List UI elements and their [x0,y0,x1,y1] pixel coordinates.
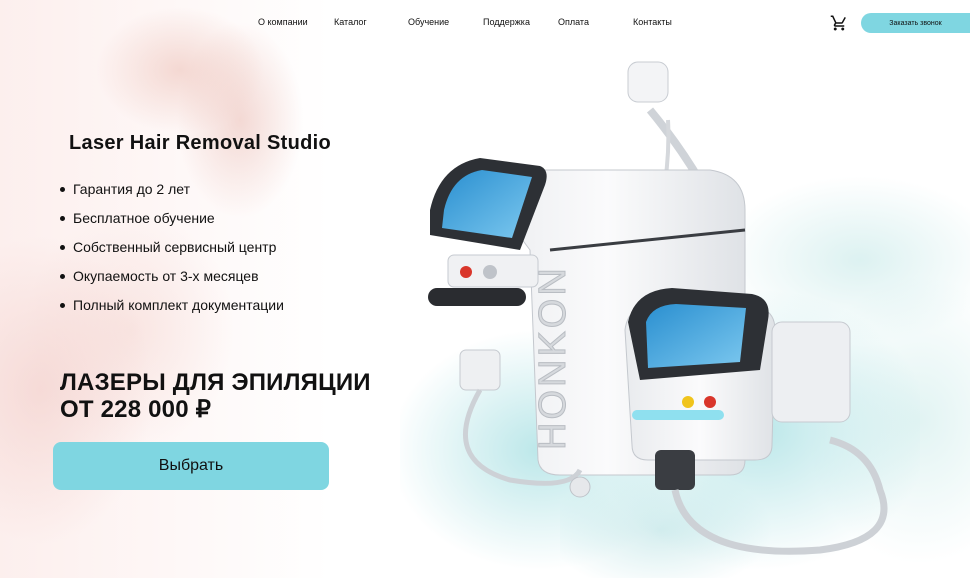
choose-button[interactable]: Выбрать [53,442,329,490]
promo-heading: Лазеры для эпиляции от 228 000 ₽ [60,369,371,423]
feature-text: Гарантия до 2 лет [73,181,191,197]
nav-link-company[interactable]: О компании [258,17,308,27]
promo-line-1: Лазеры для эпиляции [60,369,371,396]
feature-item: Гарантия до 2 лет [60,181,284,210]
bullet-icon [60,274,65,279]
bullet-icon [60,216,65,221]
main-nav: О компании Каталог Обучение Поддержка Оп… [0,17,970,31]
nav-link-training[interactable]: Обучение [408,17,449,27]
feature-list: Гарантия до 2 лет Бесплатное обучение Со… [60,181,284,326]
call-request-button[interactable]: Заказать звонок [861,13,970,33]
bullet-icon [60,187,65,192]
feature-text: Бесплатное обучение [73,210,215,226]
nav-link-catalog[interactable]: Каталог [334,17,367,27]
nav-link-payment[interactable]: Оплата [558,17,589,27]
nav-link-contacts[interactable]: Контакты [633,17,672,27]
feature-item: Окупаемость от 3-х месяцев [60,268,284,297]
nav-link-support[interactable]: Поддержка [483,17,530,27]
bullet-icon [60,245,65,250]
feature-text: Окупаемость от 3-х месяцев [73,268,259,284]
feature-item: Бесплатное обучение [60,210,284,239]
brand-logo: HONKON [532,265,574,450]
feature-item: Собственный сервисный центр [60,239,284,268]
promo-price: от 228 000 ₽ [60,396,212,423]
cart-icon[interactable] [830,14,848,32]
studio-title: Laser Hair Removal Studio [69,132,332,154]
laser-devices-image: HONKON [400,61,920,570]
bullet-icon [60,303,65,308]
feature-text: Собственный сервисный центр [73,239,277,255]
feature-item: Полный комплект документации [60,297,284,326]
feature-text: Полный комплект документации [73,297,284,313]
